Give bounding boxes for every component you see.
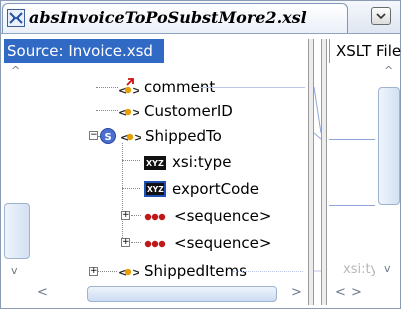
tree-line	[131, 242, 141, 243]
title-bar: absInvoiceToPoSubstMore2.xsl	[1, 1, 400, 34]
target-tree: xsi:ty	[329, 63, 375, 283]
element-required-icon: < >	[118, 78, 139, 97]
collapse-toggle[interactable]: −	[89, 131, 98, 140]
source-tree: < > comment < > CustomerID − S < > Shipp…	[1, 63, 306, 281]
scroll-left-icon[interactable]: <	[335, 286, 346, 299]
svg-text:S: S	[105, 132, 112, 143]
tree-line	[96, 87, 118, 88]
tree-item-label: ShippedTo	[145, 127, 222, 145]
tree-line	[122, 188, 140, 189]
attribute-xyz-icon: XYZ	[144, 181, 166, 197]
mapping-link-line	[329, 139, 375, 140]
mapping-link-line	[329, 205, 375, 206]
tree-item-label: CustomerID	[144, 102, 233, 120]
tree-line	[97, 271, 117, 272]
svg-text:>: >	[132, 106, 139, 119]
element-icon: < >	[118, 106, 139, 119]
svg-text:>: >	[132, 84, 139, 97]
source-horizontal-scrollbar[interactable]: < >	[31, 284, 311, 306]
scroll-left-icon[interactable]: <	[37, 286, 48, 299]
svg-text:>: >	[132, 266, 139, 279]
mapping-link-line	[199, 87, 305, 88]
target-vertical-scrollbar[interactable]: ^ v	[376, 63, 400, 283]
tree-line	[122, 160, 140, 161]
tree-line	[96, 110, 118, 111]
target-vscroll-thumb[interactable]	[378, 87, 400, 205]
expand-toggle[interactable]: +	[121, 238, 130, 247]
scroll-down-icon[interactable]: v	[384, 263, 391, 275]
expand-toggle[interactable]: +	[89, 267, 98, 276]
tree-item-label: exportCode	[172, 180, 259, 198]
target-horizontal-scrollbar[interactable]: < >	[329, 284, 377, 306]
svg-text:>: >	[134, 131, 141, 144]
sequence-icon	[144, 213, 166, 221]
mapping-link-line	[233, 271, 303, 272]
tree-item-label: <sequence>	[174, 234, 272, 252]
attribute-xyz-icon: XYZ	[144, 156, 166, 170]
source-panel-header: Source: Invoice.xsd	[4, 39, 164, 63]
svg-text:XYZ: XYZ	[146, 159, 164, 168]
sequence-icon	[144, 240, 166, 248]
element-icon: < >	[118, 266, 139, 279]
tab-menu-button[interactable]	[371, 7, 391, 25]
tree-item-label: xsi:type	[172, 153, 232, 171]
tree-item-label: <sequence>	[174, 207, 272, 225]
scroll-up-icon[interactable]: ^	[384, 65, 393, 77]
svg-text:XYZ: XYZ	[147, 185, 164, 194]
editor-tab[interactable]: absInvoiceToPoSubstMore2.xsl	[2, 3, 348, 33]
chevron-down-icon	[376, 13, 386, 20]
element-icon: < >	[120, 131, 141, 144]
tree-item-label: ShippedItems	[144, 262, 247, 280]
scroll-right-icon[interactable]: >	[291, 286, 302, 299]
target-item-ghost: xsi:ty	[343, 262, 375, 277]
schema-badge-icon: S	[100, 128, 116, 144]
tree-line	[131, 215, 141, 216]
source-hscroll-thumb[interactable]	[87, 286, 277, 302]
xslt-mapper-icon	[7, 9, 25, 27]
tab-title: absInvoiceToPoSubstMore2.xsl	[29, 8, 307, 27]
xslt-mapper-window: absInvoiceToPoSubstMore2.xsl Source: Inv…	[0, 0, 401, 309]
scroll-right-icon[interactable]: >	[351, 286, 362, 299]
target-panel-header: XSLT File	[329, 39, 401, 63]
tree-line	[122, 143, 123, 246]
mapping-links-canvas	[314, 86, 322, 272]
expand-toggle[interactable]: +	[121, 211, 130, 220]
